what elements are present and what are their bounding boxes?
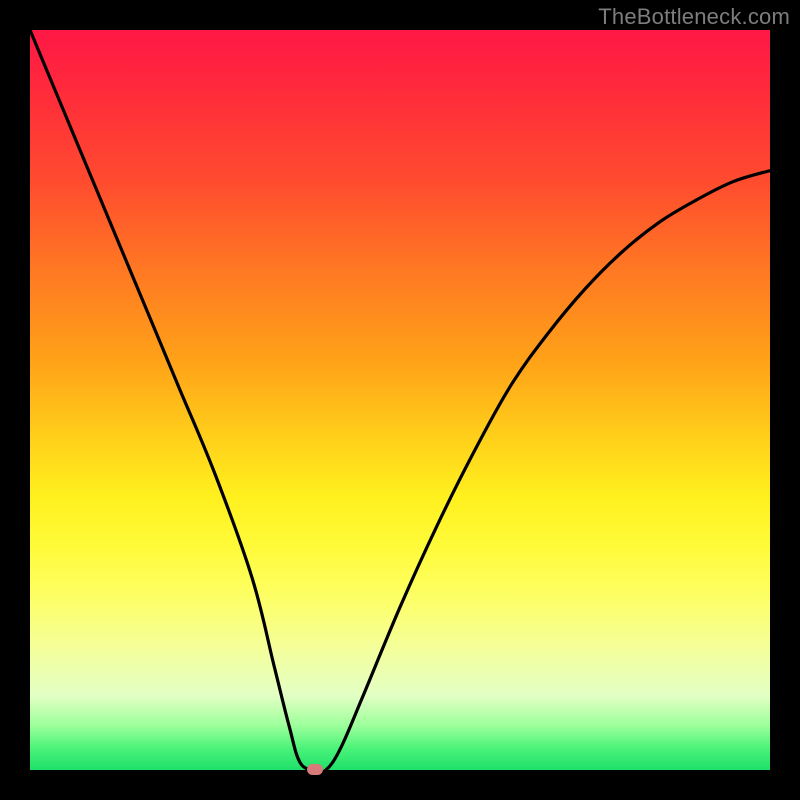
optimum-marker [307,764,323,775]
chart-frame: TheBottleneck.com [0,0,800,800]
watermark-text: TheBottleneck.com [598,4,790,30]
bottleneck-curve-path [30,30,770,772]
chart-svg [30,30,770,770]
plot-area [30,30,770,770]
